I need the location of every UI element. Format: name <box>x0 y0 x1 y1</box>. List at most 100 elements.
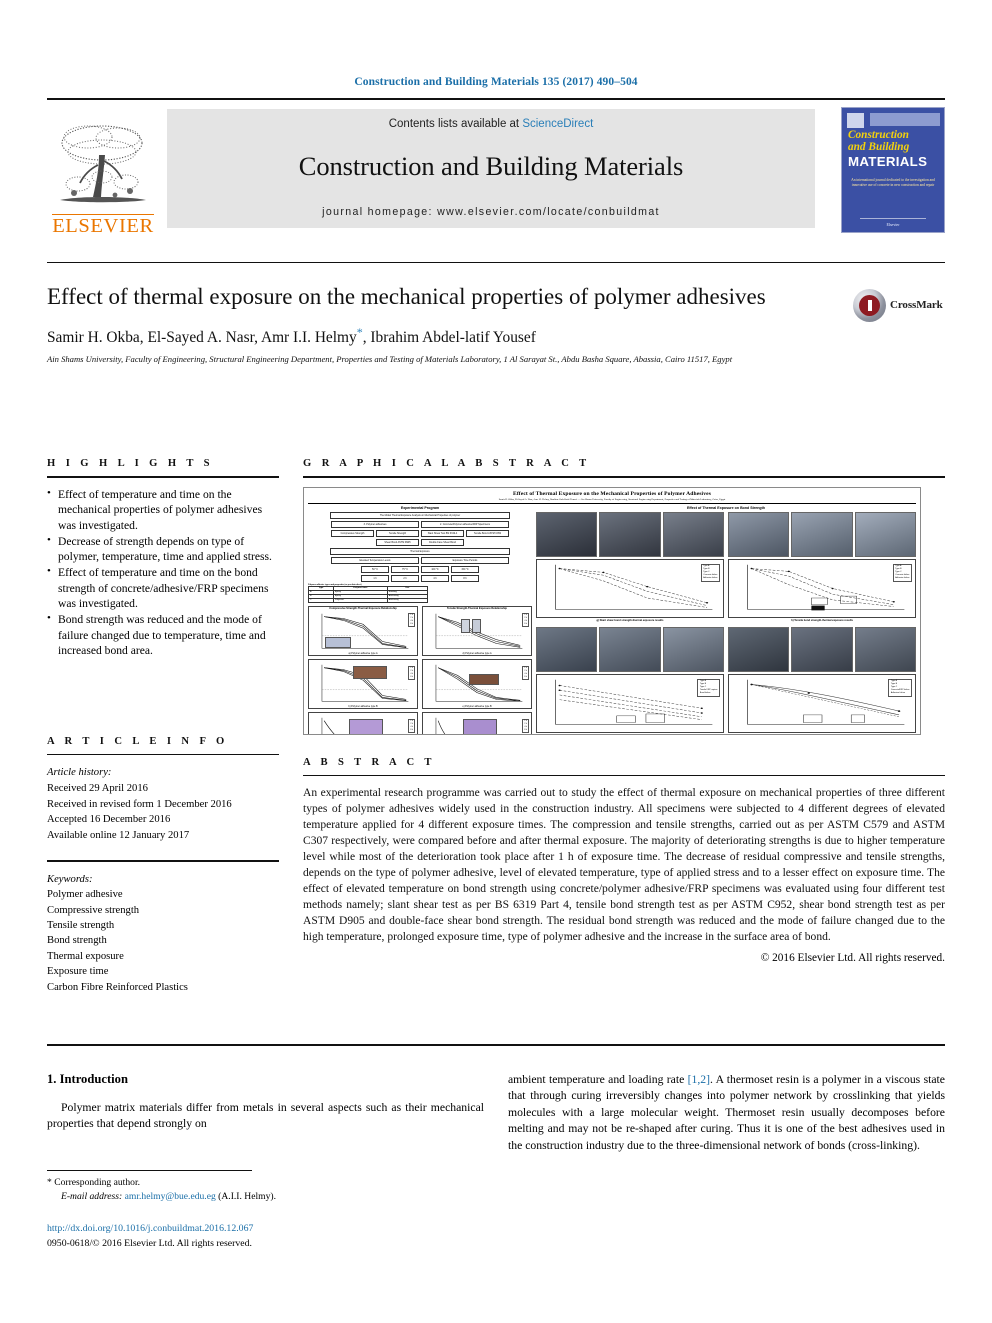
cover-line-3: MATERIALS <box>848 154 928 170</box>
keyword-item: Compressive strength <box>47 904 140 916</box>
abstract-text: An experimental research programme was c… <box>303 787 945 943</box>
flow-temp: 50 °C <box>361 565 389 573</box>
journal-cover-wrap: Construction and Building MATERIALS An i… <box>823 107 945 233</box>
cover-subtitle: An international journal dedicated to th… <box>851 177 935 188</box>
table-cell: Polyester <box>332 597 388 603</box>
quadrant-block: Type A Type B Type C Concrete failure Ad… <box>536 511 724 622</box>
body-column-right: ambient temperature and loading rate [1,… <box>508 1072 945 1154</box>
article-info-rule <box>47 754 279 756</box>
graphical-abstract-section: G R A P H I C A L A B S T R A C T Effect… <box>303 458 945 735</box>
highlights-list: Effect of temperature and time on the me… <box>47 486 279 658</box>
mini-chart-legend: 1 h2 h4 h8 h <box>408 718 415 733</box>
section-heading-introduction: 1. Introduction <box>47 1072 128 1086</box>
body-paragraph: ambient temperature and loading rate [1,… <box>508 1072 945 1154</box>
flow-root: The Model Thermal Exposure Analysis on M… <box>330 511 510 519</box>
legend-entry: 8 h <box>410 728 413 731</box>
email-link[interactable]: amr.helmy@bue.edu.eg <box>125 1191 216 1202</box>
journal-homepage-link[interactable]: journal homepage: www.elsevier.com/locat… <box>322 206 660 218</box>
doi-link[interactable]: http://dx.doi.org/10.1016/j.conbuildmat.… <box>47 1222 484 1237</box>
authors-tail: , Ibrahim Abdel-latif Yousef <box>362 329 536 347</box>
corresponding-author-note: * Corresponding author. <box>47 1176 484 1190</box>
table-cell: C <box>308 597 334 603</box>
legend-entry: Adhesive failure <box>703 577 718 580</box>
flow-test: Tensile Strength <box>376 529 419 537</box>
issn-copyright-line: 0950-0618/© 2016 Elsevier Ltd. All right… <box>47 1237 252 1249</box>
journal-cover-thumbnail[interactable]: Construction and Building MATERIALS An i… <box>841 107 945 233</box>
quadrant-grid: Type A Type B Type C Concrete failure Ad… <box>536 511 916 735</box>
legend-entry: Bond failure <box>699 692 711 695</box>
crossmark-badge[interactable]: CrossMark <box>853 282 945 328</box>
poster-right-heading: Effect of Thermal Exposure on Bond Stren… <box>686 505 766 510</box>
quadrant-chart-legend: Type A Type B Type C Concrete failure Ad… <box>892 563 912 582</box>
mini-chart-grid: Compressive Strength-Thermal Exposure Re… <box>308 605 532 734</box>
test-photo <box>536 511 598 557</box>
article-history-item: Received 29 April 2016 <box>47 782 148 794</box>
crossmark-circle-icon <box>853 288 886 322</box>
test-photo <box>599 626 661 672</box>
flow-time: 8 h <box>451 574 479 582</box>
legend-entry: 8 h <box>410 622 413 625</box>
mini-chart: Compressive Strength-Thermal Exposure Re… <box>308 605 418 656</box>
quadrant-caption: h) Tensile bond strength-thermal exposur… <box>791 618 853 622</box>
quadrant-chart-plot <box>555 564 713 610</box>
list-item: Decrease of strength depends on type of … <box>47 533 279 565</box>
article-history-item: Available online 12 January 2017 <box>47 829 190 841</box>
mini-chart-caption: d) Polymer adhesive type A <box>462 651 492 655</box>
poster-rule <box>308 502 916 504</box>
quadrant-caption: g) Slant shear bond strength-thermal exp… <box>596 618 664 622</box>
table-cell: Anchoring <box>386 597 429 603</box>
article-history-heading: Article history: <box>47 767 112 779</box>
columns-wrap: H I G H L I G H T S Effect of temperatur… <box>47 458 945 995</box>
quadrant-caption: i) Shear bond strength-thermal exposure … <box>536 734 724 735</box>
affiliation: Ain Shams University, Faculty of Enginee… <box>47 354 733 365</box>
cover-line-1: Construction <box>848 129 909 141</box>
journal-masthead: ELSEVIER Contents lists available at Sci… <box>47 98 945 238</box>
article-info-heading: A R T I C L E I N F O <box>47 736 229 748</box>
authors-main: Samir H. Okba, El-Sayed A. Nasr, Amr I.I… <box>47 329 357 347</box>
flow-time: 1 h <box>361 574 389 582</box>
doi-block: http://dx.doi.org/10.1016/j.conbuildmat.… <box>47 1222 484 1251</box>
author-list: Samir H. Okba, El-Sayed A. Nasr, Amr I.I… <box>47 325 945 347</box>
mini-chart-caption: e) Polymer adhesive type B <box>462 704 492 708</box>
body-paragraph: Polymer matrix materials differ from met… <box>47 1101 484 1131</box>
photo-strip <box>728 511 916 557</box>
email-note: E-mail address: amr.helmy@bue.edu.eg (A.… <box>47 1190 484 1204</box>
masthead-center: Contents lists available at ScienceDirec… <box>167 109 815 228</box>
flow-temp: 150 °C <box>451 565 479 573</box>
body-text-a: ambient temperature and loading rate <box>508 1073 688 1086</box>
test-photo <box>728 626 790 672</box>
poster-authors: Samir H. Okba, El-Sayed A. Nasr, Amr I.I… <box>498 498 726 501</box>
flow-branch: 3. Polymer adhesives <box>331 520 419 528</box>
list-item: Effect of temperature and time on the me… <box>47 486 279 533</box>
flow-temp: 100 °C <box>421 565 449 573</box>
journal-article-page: Construction and Building Materials 135 … <box>0 0 992 1323</box>
crossmark-inner-icon <box>859 294 880 316</box>
quadrant-chart: Type A Type B Type C Concrete failure Ad… <box>728 558 916 618</box>
sciencedirect-link[interactable]: ScienceDirect <box>522 118 593 130</box>
flow-temp: 75 °C <box>391 565 419 573</box>
keyword-item: Exposure time <box>47 966 109 978</box>
flow-time: 2 h <box>391 574 419 582</box>
footnote-block: * Corresponding author. E-mail address: … <box>47 1176 484 1205</box>
specimen-photo <box>353 665 387 679</box>
keywords-rule <box>47 859 279 862</box>
cover-footer-rule <box>860 218 926 219</box>
quadrant-chart-plot <box>555 679 713 725</box>
quadrant-chart-legend: Type A Type B Type C Concrete failure Ad… <box>700 563 720 582</box>
flow-branch: 2. Concrete/Polymer adhesive/FRP Specime… <box>421 520 509 528</box>
test-photo <box>791 511 853 557</box>
list-item: Bond strength was reduced and the mode o… <box>47 611 279 658</box>
email-label: E-mail address: <box>61 1191 123 1203</box>
abstract-copyright: © 2016 Elsevier Ltd. All rights reserved… <box>760 951 945 964</box>
corresponding-author-text: Corresponding author. <box>54 1177 141 1188</box>
graphical-abstract-figure[interactable]: Effect of Thermal Exposure on the Mechan… <box>303 487 921 735</box>
quadrant-block: Type A Type B Type C Tensile FRP rupture… <box>536 626 724 735</box>
citation-link[interactable]: [1,2] <box>688 1073 710 1086</box>
flow-test: Compressive Strength <box>331 529 374 537</box>
abstract-heading: A B S T R A C T <box>303 757 436 768</box>
mini-chart: 1 h2 h4 h8 hf) Polymer adhesive type C <box>422 711 532 734</box>
photo-strip <box>536 511 724 557</box>
legend-entry: Adhesive failure <box>895 577 910 580</box>
test-photo <box>854 626 916 672</box>
specimen-photo <box>472 618 481 633</box>
